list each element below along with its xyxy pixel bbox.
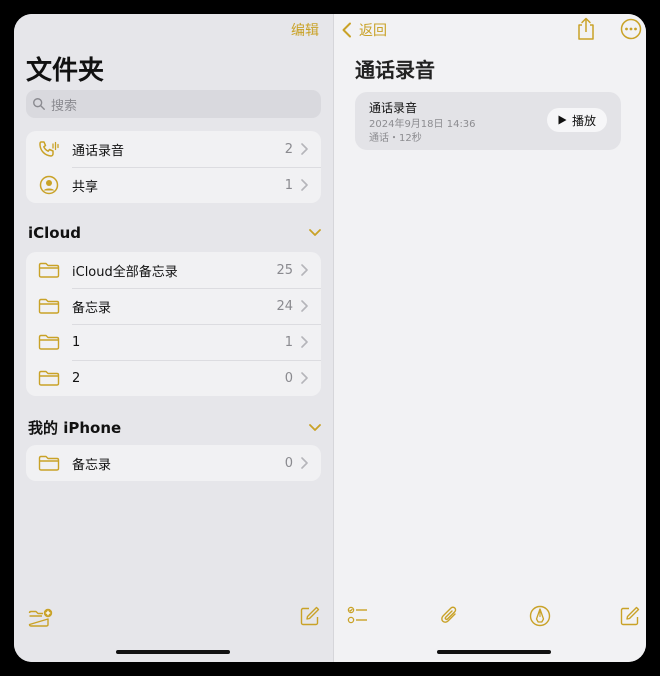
play-button[interactable]: 播放 xyxy=(547,108,607,132)
chevron-right-icon xyxy=(301,300,308,312)
paperclip-icon[interactable] xyxy=(439,605,461,627)
row-count: 25 xyxy=(276,262,293,278)
chevron-down-icon xyxy=(309,423,321,431)
search-icon xyxy=(33,98,45,110)
recording-note-card[interactable]: 通话录音 2024年9月18日 14:36 通话・12秒 播放 xyxy=(355,92,621,150)
row-count: 0 xyxy=(284,455,293,471)
play-label: 播放 xyxy=(571,113,596,128)
recording-meta: 通话・12秒 xyxy=(369,133,422,144)
folder-row-icloud-all[interactable]: iCloud全部备忘录 25 xyxy=(26,252,321,288)
section-title: iCloud xyxy=(28,224,82,242)
folder-row-1[interactable]: 1 1 xyxy=(26,324,321,360)
row-label: 1 xyxy=(72,334,81,350)
icloud-folders-card: iCloud全部备忘录 25 备忘录 24 1 1 2 0 xyxy=(26,252,321,396)
recording-date: 2024年9月18日 14:36 xyxy=(369,119,476,130)
row-label: 备忘录 xyxy=(72,300,112,316)
folder-icon xyxy=(38,262,60,278)
person-circle-icon xyxy=(39,175,59,195)
markup-pen-icon[interactable] xyxy=(529,605,551,627)
row-count: 0 xyxy=(284,370,293,386)
row-count: 24 xyxy=(276,298,293,314)
new-folder-icon[interactable] xyxy=(28,608,54,628)
folder-icon xyxy=(38,455,60,471)
folder-row-call-recordings[interactable]: 通话录音 2 xyxy=(26,131,321,167)
chevron-right-icon xyxy=(301,143,308,155)
icloud-section-header[interactable]: iCloud xyxy=(28,224,321,242)
chevron-right-icon xyxy=(301,372,308,384)
edit-button[interactable]: 编辑 xyxy=(291,20,319,40)
home-indicator xyxy=(116,650,230,654)
folder-row-shared[interactable]: 共享 1 xyxy=(26,167,321,203)
smart-folders-card: 通话录音 2 共享 1 xyxy=(26,131,321,203)
folders-title: 文件夹 xyxy=(26,56,105,86)
folder-row-iphone-notes[interactable]: 备忘录 0 xyxy=(26,445,321,481)
row-label: iCloud全部备忘录 xyxy=(72,264,178,280)
row-label: 共享 xyxy=(72,179,99,195)
search-field[interactable]: 搜索 xyxy=(26,90,321,118)
row-label: 备忘录 xyxy=(72,457,112,473)
folder-row-2[interactable]: 2 0 xyxy=(26,360,321,396)
home-indicator xyxy=(437,650,551,654)
folder-icon xyxy=(38,370,60,386)
iphone-section-header[interactable]: 我的 iPhone xyxy=(28,417,321,438)
folders-sidebar: 编辑 文件夹 搜索 通话录音 2 共享 1 iCloud iCloud全部备忘录… xyxy=(14,14,334,662)
folder-icon xyxy=(38,298,60,314)
recording-name: 通话录音 xyxy=(369,101,418,115)
more-options-icon[interactable] xyxy=(620,18,642,40)
notes-toolbar xyxy=(335,605,646,662)
play-icon xyxy=(558,115,567,125)
row-label: 2 xyxy=(72,370,81,386)
row-label: 通话录音 xyxy=(72,143,125,159)
chevron-down-icon xyxy=(309,229,321,236)
chevron-right-icon xyxy=(301,179,308,191)
sidebar-toolbar xyxy=(14,606,334,662)
section-title: 我的 iPhone xyxy=(28,419,122,437)
chevron-right-icon xyxy=(301,264,308,276)
folder-icon xyxy=(38,334,60,350)
share-icon[interactable] xyxy=(575,17,597,41)
notes-list-pane: 返回 通话录音 通话录音 2024年9月18日 14:36 通话・12秒 播放 xyxy=(335,14,646,662)
iphone-folders-card: 备忘录 0 xyxy=(26,445,321,481)
row-count: 1 xyxy=(284,177,293,193)
back-button[interactable]: 返回 xyxy=(341,20,387,40)
compose-icon[interactable] xyxy=(300,606,320,626)
search-placeholder: 搜索 xyxy=(51,98,78,114)
folder-title: 通话录音 xyxy=(355,58,435,82)
chevron-left-icon xyxy=(342,22,351,38)
row-count: 1 xyxy=(284,334,293,350)
phone-waveform-icon xyxy=(39,141,59,157)
app-window: 编辑 文件夹 搜索 通话录音 2 共享 1 iCloud iCloud全部备忘录… xyxy=(14,14,646,662)
compose-icon[interactable] xyxy=(619,605,641,627)
chevron-right-icon xyxy=(301,336,308,348)
chevron-right-icon xyxy=(301,457,308,469)
back-label: 返回 xyxy=(359,23,387,39)
checklist-icon[interactable] xyxy=(347,605,369,627)
folder-row-notes[interactable]: 备忘录 24 xyxy=(26,288,321,324)
row-count: 2 xyxy=(284,141,293,157)
